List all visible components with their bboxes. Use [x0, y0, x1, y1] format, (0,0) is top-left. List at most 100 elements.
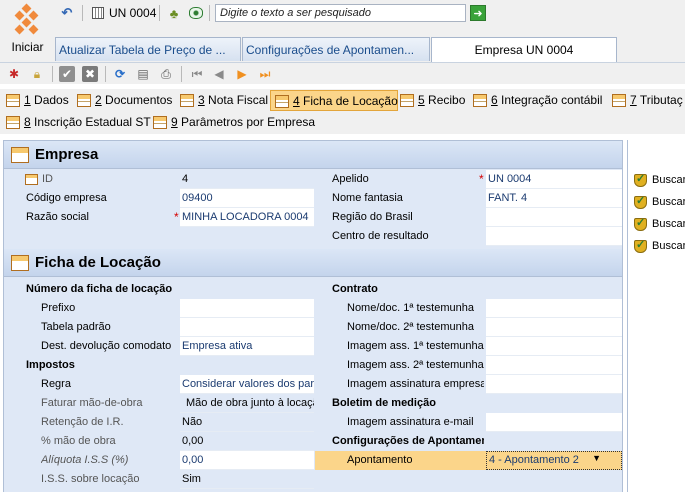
- imagem-testemunha1-field[interactable]: [486, 337, 622, 356]
- cancel-icon[interactable]: ✖: [82, 66, 98, 82]
- boletim-medicao-heading: Boletim de medição: [332, 397, 436, 409]
- top-bar: Iniciar ↶ UN 0004 ♣ ➜ Atualizar Tabela d…: [0, 0, 685, 62]
- testemunha2-label: Nome/doc. 2ª testemunha: [347, 321, 474, 333]
- nav-documentos[interactable]: 2 Documentos: [73, 90, 175, 111]
- tab-configuracoes-apontamento[interactable]: Configurações de Apontamen...: [242, 37, 430, 61]
- section-title: Empresa: [35, 146, 99, 163]
- start-label: Iniciar: [11, 40, 44, 54]
- form-icon: [11, 147, 29, 163]
- apontamento-label: Apontamento: [347, 454, 413, 466]
- nav-tributacao[interactable]: 7 Tributaç: [608, 90, 685, 111]
- print-icon[interactable]: ⎙: [158, 66, 174, 82]
- toolbar-separator: [82, 5, 83, 21]
- last-record-icon[interactable]: ⏭: [257, 66, 273, 82]
- required-marker: *: [479, 172, 484, 186]
- pct-mao-obra-label: % mão de obra: [41, 435, 116, 447]
- faturar-mao-obra-label: Faturar mão-de-obra: [41, 397, 143, 409]
- form-area: Empresa ID 4 Código empresa 09400 Razão …: [3, 140, 623, 492]
- toolbar-separator: [209, 5, 210, 21]
- section-title: Ficha de Locação: [35, 254, 161, 271]
- shield-check-icon: [634, 172, 647, 187]
- buscar-button[interactable]: Buscar: [632, 238, 685, 255]
- centro-resultado-field[interactable]: [486, 227, 622, 246]
- apontamento-select-value: 4 - Apontamento 2: [489, 454, 579, 466]
- nav-parametros-por-empresa[interactable]: 9 Parâmetros por Empresa: [149, 112, 318, 133]
- refresh-icon[interactable]: ⟳: [112, 66, 128, 82]
- tabela-padrao-field[interactable]: [180, 318, 314, 337]
- imagem-testemunha1-label: Imagem ass. 1ª testemunha: [347, 340, 484, 352]
- document-tabs: Atualizar Tabela de Preço de ... Configu…: [55, 37, 685, 62]
- dest-devolucao-field[interactable]: Empresa ativa: [180, 337, 314, 356]
- first-record-icon[interactable]: ⏮: [189, 66, 205, 82]
- section-header-empresa: Empresa: [4, 141, 622, 169]
- search-go-icon[interactable]: ➜: [470, 5, 486, 21]
- buscar-button[interactable]: Buscar: [632, 194, 685, 211]
- testemunha1-label: Nome/doc. 1ª testemunha: [347, 302, 474, 314]
- toolbar-separator: [159, 5, 160, 21]
- form-icon: [153, 116, 167, 129]
- form-icon: [6, 116, 20, 129]
- apontamento-select[interactable]: 4 - Apontamento 2 ▼: [486, 451, 622, 470]
- centro-resultado-label: Centro de resultado: [332, 230, 429, 242]
- section-nav: 1 Dados 2 Documentos 3 Nota Fiscal 4 Fic…: [0, 89, 685, 134]
- shield-check-icon: [634, 216, 647, 231]
- razao-social-field[interactable]: MINHA LOCADORA 0004: [180, 208, 314, 227]
- nome-fantasia-label: Nome fantasia: [332, 192, 403, 204]
- nav-recibo[interactable]: 5 Recibo: [396, 90, 468, 111]
- codigo-empresa-field[interactable]: 09400: [180, 189, 314, 208]
- form-icon: [180, 94, 194, 107]
- id-field: 4: [180, 170, 314, 189]
- imagem-assinatura-empresa-field[interactable]: [486, 375, 622, 394]
- impostos-heading: Impostos: [26, 359, 75, 371]
- iss-locacao-label: I.S.S. sobre locação: [41, 473, 140, 485]
- undo-icon[interactable]: ↶: [58, 4, 76, 22]
- lock-icon[interactable]: 🔒︎: [29, 66, 45, 82]
- start-button[interactable]: Iniciar: [0, 0, 55, 62]
- right-panel: Buscar Buscar Buscar Buscar: [627, 140, 685, 492]
- imagem-testemunha2-field[interactable]: [486, 356, 622, 375]
- apelido-field[interactable]: UN 0004: [486, 170, 622, 189]
- tabela-padrao-label: Tabela padrão: [41, 321, 111, 333]
- aliquota-iss-field[interactable]: 0,00: [180, 451, 314, 470]
- form-icon: [612, 94, 626, 107]
- search-input[interactable]: [215, 4, 466, 22]
- numero-ficha-heading: Número da ficha de locação: [26, 283, 173, 295]
- id-label: ID: [42, 173, 53, 185]
- form-icon: [6, 94, 20, 107]
- nav-ficha-de-locacao[interactable]: 4 Ficha de Locação: [270, 90, 398, 111]
- iss-locacao-field: Sim: [180, 470, 314, 489]
- regra-field[interactable]: Considerar valores dos par: [180, 375, 314, 394]
- tab-atualizar-tabela[interactable]: Atualizar Tabela de Preço de ...: [55, 37, 241, 61]
- nome-fantasia-field[interactable]: FANT. 4: [486, 189, 622, 208]
- codigo-empresa-label: Código empresa: [26, 192, 107, 204]
- shield-check-icon: [634, 238, 647, 253]
- nav-dados[interactable]: 1 Dados: [2, 90, 72, 111]
- regiao-field[interactable]: [486, 208, 622, 227]
- company-code[interactable]: UN 0004: [109, 6, 156, 20]
- faturar-mao-obra-field: Mão de obra junto à locaçã: [180, 394, 314, 413]
- nav-integracao-contabil[interactable]: 6 Integração contábil: [469, 90, 605, 111]
- testemunha2-field[interactable]: [486, 318, 622, 337]
- testemunha1-field[interactable]: [486, 299, 622, 318]
- tab-empresa[interactable]: Empresa UN 0004: [431, 37, 617, 62]
- chevron-down-icon[interactable]: ▼: [592, 453, 601, 463]
- toolbar-separator: [181, 66, 182, 82]
- users-icon[interactable]: ♣: [165, 4, 183, 22]
- nav-nota-fiscal[interactable]: 3 Nota Fiscal: [176, 90, 271, 111]
- main-toolbar: ↶ UN 0004 ♣ ➜: [55, 2, 685, 24]
- ficha-form: Número da ficha de locação Prefixo Tabel…: [4, 278, 622, 492]
- imagem-assinatura-email-field[interactable]: [486, 413, 622, 432]
- calculator-icon[interactable]: [89, 4, 107, 22]
- previous-record-icon[interactable]: ◀: [211, 66, 227, 82]
- eye-icon[interactable]: [187, 4, 205, 22]
- confirm-icon[interactable]: ✔: [59, 66, 75, 82]
- buscar-button[interactable]: Buscar: [632, 216, 685, 233]
- new-record-icon[interactable]: ✱: [6, 66, 22, 82]
- next-record-icon[interactable]: ▶: [234, 66, 250, 82]
- nav-inscricao-estadual-st[interactable]: 8 Inscrição Estadual ST: [2, 112, 154, 133]
- required-marker: *: [174, 210, 179, 224]
- buscar-button[interactable]: Buscar: [632, 172, 685, 189]
- prefixo-field[interactable]: [180, 299, 314, 318]
- print-preview-icon[interactable]: ▤: [135, 66, 151, 82]
- apelido-label: Apelido: [332, 173, 369, 185]
